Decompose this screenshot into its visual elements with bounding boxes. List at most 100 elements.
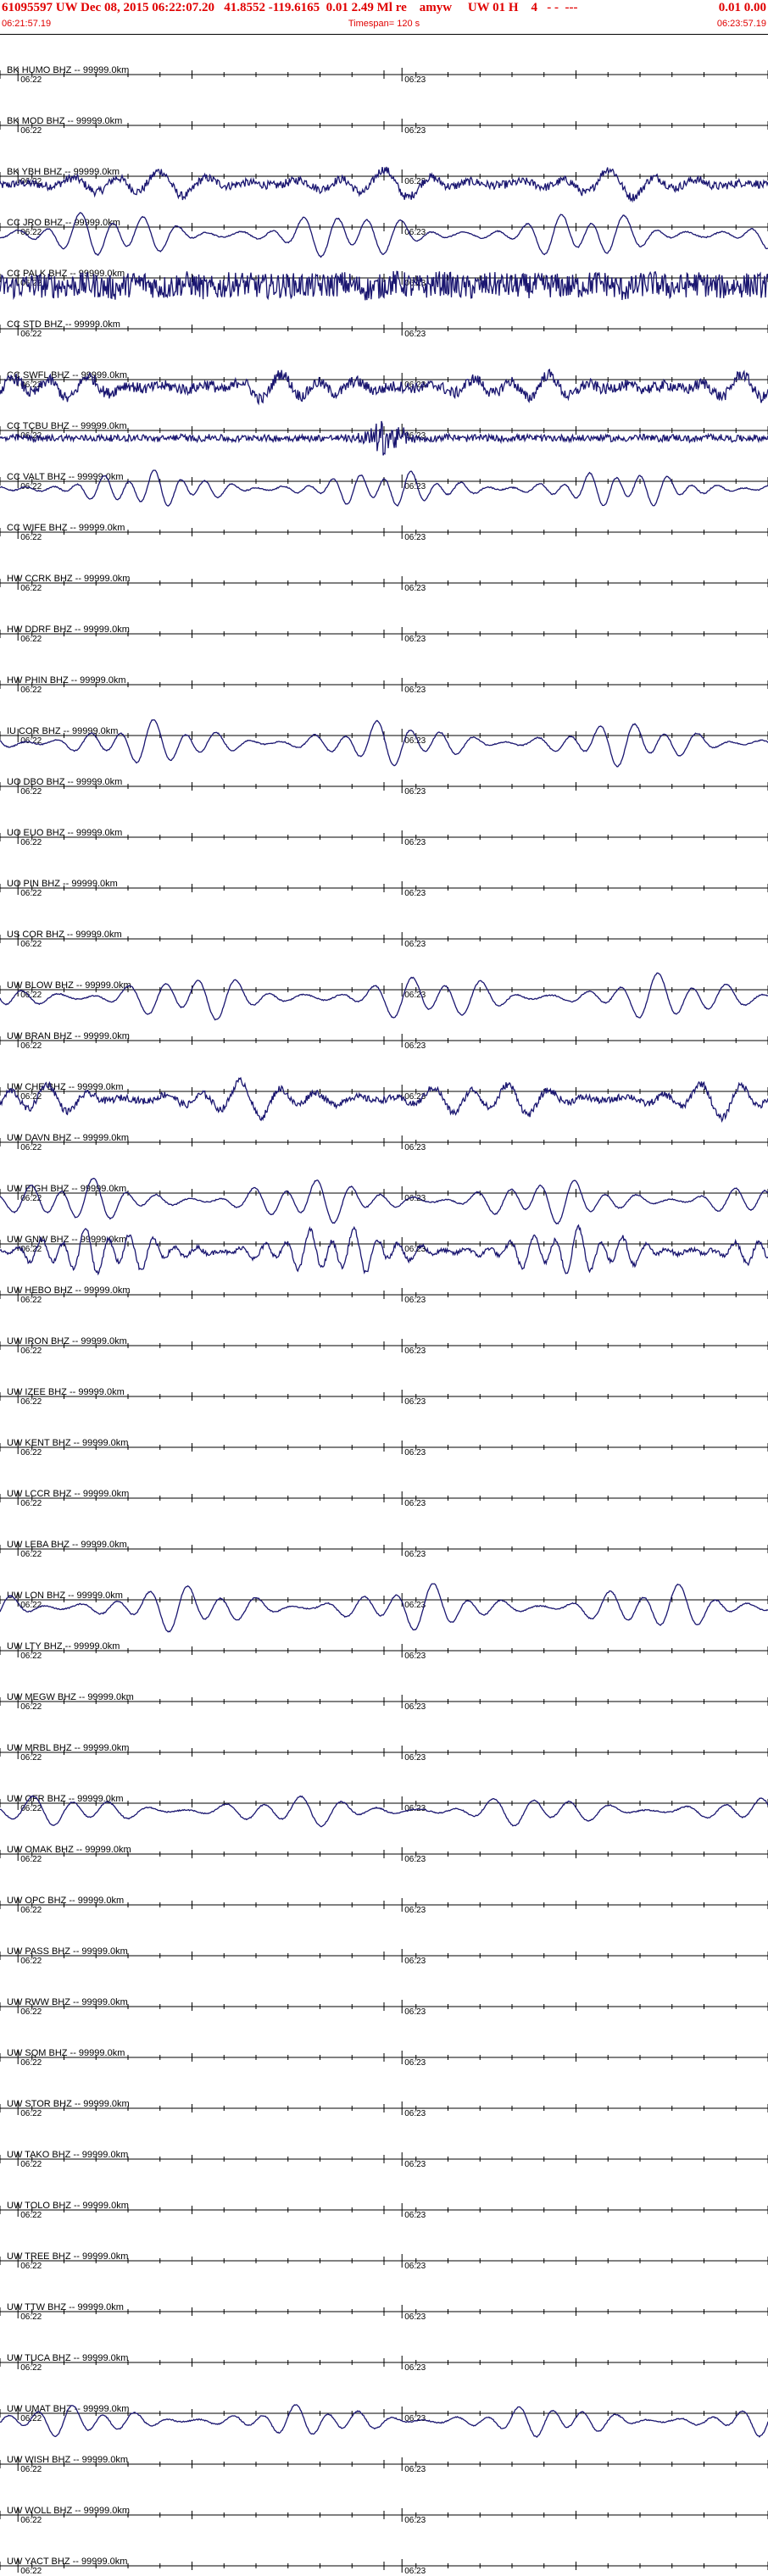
channel-label: UW STOR BHZ -- 99999.0km	[7, 2099, 130, 2109]
channel-label: BK MOD BHZ -- 99999.0km	[7, 116, 122, 126]
minute-label: 06:23	[404, 2465, 426, 2474]
channel-label: UW PASS BHZ -- 99999.0km	[7, 1946, 128, 1957]
minute-label: 06:22	[20, 2160, 42, 2169]
channel-label: HW DDRF BHZ -- 99999.0km	[7, 625, 130, 635]
minute-label: 06:23	[404, 1296, 426, 1305]
minute-label: 06:22	[20, 75, 42, 85]
minute-label: 06:23	[404, 1448, 426, 1457]
minute-label: 06:23	[404, 126, 426, 136]
channel-label: UW BRAN BHZ -- 99999.0km	[7, 1031, 130, 1041]
channel-label: UW CHE BHZ -- 99999.0km	[7, 1082, 124, 1092]
minute-label: 06:23	[404, 2160, 426, 2169]
channel-row: 06:22 06:23 UW STOR BHZ -- 99999.0km	[0, 2099, 768, 2118]
minute-label: 06:23	[404, 1092, 426, 1102]
channel-label: UW TTW BHZ -- 99999.0km	[7, 2302, 124, 2312]
event-info: 61095597 UW Dec 08, 2015 06:22:07.20 41.…	[2, 1, 578, 14]
channel-row: 06:22 06:23 UW OMAK BHZ -- 99999.0km	[0, 1845, 768, 1864]
minute-label: 06:22	[20, 1550, 42, 1559]
minute-label: 06:23	[404, 2516, 426, 2525]
channel-label: UW SQM BHZ -- 99999.0km	[7, 2048, 125, 2058]
channel-label: UW LON BHZ -- 99999.0km	[7, 1591, 123, 1601]
channel-row: 06:22 06:23 UW WISH BHZ -- 99999.0km	[0, 2455, 768, 2474]
minute-label: 06:23	[404, 940, 426, 949]
channel-row: 06:22 06:23 UW RWW BHZ -- 99999.0km	[0, 1997, 768, 2017]
channel-label: IU COR BHZ -- 99999.0km	[7, 726, 118, 736]
channel-row: 06:22 06:23 UW OPC BHZ -- 99999.0km	[0, 1896, 768, 1915]
channel-row: 06:22 06:23 UW TOLO BHZ -- 99999.0km	[0, 2201, 768, 2220]
channel-row: 06:22 06:23 UO EUO BHZ -- 99999.0km	[0, 828, 768, 847]
minute-label: 06:23	[404, 2211, 426, 2220]
minute-label: 06:22	[20, 584, 42, 593]
minute-label: 06:22	[20, 2058, 42, 2068]
channel-row: 06:22 06:23 UW TREE BHZ -- 99999.0km	[0, 2251, 768, 2271]
channel-label: UW TAKO BHZ -- 99999.0km	[7, 2150, 128, 2160]
minute-label: 06:23	[404, 533, 426, 542]
channel-label: UW LTY BHZ -- 99999.0km	[7, 1641, 120, 1652]
channel-label: CC SWFL BHZ -- 99999.0km	[7, 370, 127, 380]
minute-label: 06:22	[20, 889, 42, 898]
minute-label: 06:22	[20, 1601, 42, 1610]
minute-label: 06:22	[20, 2567, 42, 2576]
minute-label: 06:22	[20, 686, 42, 695]
channel-row: 06:22 06:23 UW PASS BHZ -- 99999.0km	[0, 1946, 768, 1966]
minute-label: 06:23	[404, 1957, 426, 1966]
channel-row: 06:22 06:23 UW IRON BHZ -- 99999.0km	[0, 1336, 768, 1356]
channel-label: UW WISH BHZ -- 99999.0km	[7, 2455, 128, 2465]
minute-label: 06:23	[404, 584, 426, 593]
minute-label: 06:23	[404, 75, 426, 85]
channel-row: 06:22 06:23CC PALK BHZ -- 99999.0km	[0, 269, 768, 301]
minute-label: 06:22	[20, 787, 42, 797]
minute-label: 06:22	[20, 2109, 42, 2118]
minute-label: 06:23	[404, 1652, 426, 1661]
channel-label: BK YBH BHZ -- 99999.0km	[7, 167, 120, 177]
minute-label: 06:22	[20, 1652, 42, 1661]
channel-row: 06:22 06:23UW GNW BHZ -- 99999.0km	[0, 1224, 768, 1276]
minute-label: 06:22	[20, 2363, 42, 2373]
channel-label: UW IRON BHZ -- 99999.0km	[7, 1336, 127, 1346]
channel-row: 06:22 06:23 US COR BHZ -- 99999.0km	[0, 930, 768, 949]
channel-label: BK HUMO BHZ -- 99999.0km	[7, 65, 129, 75]
minute-label: 06:23	[404, 2363, 426, 2373]
channel-label: CC PALK BHZ -- 99999.0km	[7, 269, 125, 279]
channel-label: UW KENT BHZ -- 99999.0km	[7, 1438, 128, 1448]
channel-row: 06:22 06:23 UW MEGW BHZ -- 99999.0km	[0, 1692, 768, 1712]
channel-label: UO DBO BHZ -- 99999.0km	[7, 777, 122, 787]
channel-row: 06:22 06:23 UO DBO BHZ -- 99999.0km	[0, 777, 768, 797]
minute-label: 06:23	[404, 686, 426, 695]
channel-label: UW MEGW BHZ -- 99999.0km	[7, 1692, 134, 1702]
channel-label: UO PIN BHZ -- 99999.0km	[7, 879, 118, 889]
minute-label: 06:22	[20, 1448, 42, 1457]
channel-row: 06:22 06:23 UW KENT BHZ -- 99999.0km	[0, 1438, 768, 1457]
channel-label: UW TREE BHZ -- 99999.0km	[7, 2251, 128, 2262]
channel-row: 06:22 06:23 CC WIFE BHZ -- 99999.0km	[0, 523, 768, 542]
channel-row: 06:22 06:23 UW LEBA BHZ -- 99999.0km	[0, 1540, 768, 1559]
minute-label: 06:22	[20, 2516, 42, 2525]
waveform-trace	[0, 1224, 768, 1276]
minute-label: 06:22	[20, 2007, 42, 2017]
channel-row: 06:22 06:23 UW TUCA BHZ -- 99999.0km	[0, 2353, 768, 2373]
minute-label: 06:23	[404, 1499, 426, 1508]
channel-row: 06:22 06:23 UW BRAN BHZ -- 99999.0km	[0, 1031, 768, 1051]
timespan-label: Timespan= 120 s	[348, 19, 420, 29]
channel-row: 06:22 06:23 HW DDRF BHZ -- 99999.0km	[0, 625, 768, 644]
channel-label: UW DAVN BHZ -- 99999.0km	[7, 1133, 129, 1143]
minute-label: 06:23	[404, 1753, 426, 1763]
minute-label: 06:23	[404, 1041, 426, 1051]
minute-label: 06:22	[20, 1143, 42, 1152]
channel-row: 06:22 06:23 UW YACT BHZ -- 99999.0km	[0, 2557, 768, 2576]
channel-row: 06:22 06:23 UW SQM BHZ -- 99999.0km	[0, 2048, 768, 2068]
channel-row: 06:22 06:23 BK HUMO BHZ -- 99999.0km	[0, 65, 768, 85]
channel-row: 06:22 06:23UW OFR BHZ -- 99999.0km	[0, 1794, 768, 1828]
minute-label: 06:23	[404, 2007, 426, 2017]
channel-row: 06:22 06:23 UW IZEE BHZ -- 99999.0km	[0, 1387, 768, 1407]
event-header: 61095597 UW Dec 08, 2015 06:22:07.20 41.…	[0, 0, 768, 35]
minute-label: 06:23	[404, 838, 426, 847]
channel-row: 06:22 06:23UW UMAT BHZ -- 99999.0km	[0, 2404, 768, 2438]
channel-row: 06:22 06:23BK YBH BHZ -- 99999.0km	[0, 166, 768, 203]
channel-row: 06:22 06:23 UW MRBL BHZ -- 99999.0km	[0, 1743, 768, 1763]
channel-label: UW IZEE BHZ -- 99999.0km	[7, 1387, 125, 1397]
minute-label: 06:22	[20, 1346, 42, 1356]
channel-row: 06:22 06:23CC SWFL BHZ -- 99999.0km	[0, 369, 768, 406]
minute-label: 06:22	[20, 126, 42, 136]
minute-label: 06:22	[20, 533, 42, 542]
